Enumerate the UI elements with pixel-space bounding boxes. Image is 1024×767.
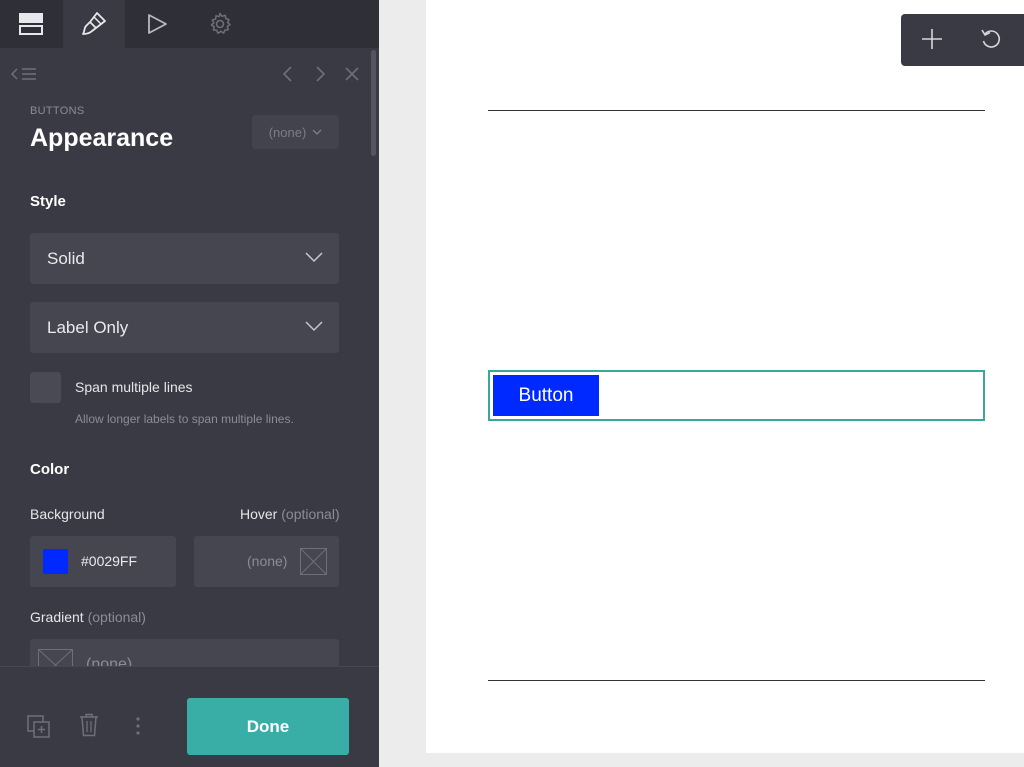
done-button[interactable]: Done	[187, 698, 349, 755]
background-label: Background	[30, 506, 105, 522]
tab-design[interactable]	[63, 0, 125, 48]
canvas-toolbar	[901, 14, 1024, 66]
chevron-right-icon	[316, 66, 326, 82]
color-heading: Color	[30, 461, 70, 478]
more-vertical-icon	[136, 717, 140, 735]
gradient-optional: (optional)	[87, 609, 146, 625]
background-color-swatch[interactable]	[43, 549, 68, 574]
gradient-label: Gradient (optional)	[30, 609, 146, 625]
hover-label-text: Hover	[240, 506, 278, 522]
layout-icon	[19, 13, 43, 35]
tab-settings[interactable]	[189, 0, 251, 48]
next-button[interactable]	[310, 64, 330, 84]
hover-color-field[interactable]: (none)	[194, 536, 339, 587]
panel-footer: Done	[0, 666, 379, 767]
paintbrush-icon	[82, 12, 106, 35]
duplicate-button[interactable]	[27, 715, 51, 744]
panel-subnav	[0, 58, 379, 90]
style-select[interactable]: Solid	[30, 233, 339, 284]
add-element-button[interactable]	[921, 28, 943, 55]
undo-button[interactable]	[980, 28, 1002, 55]
selected-element-frame[interactable]: Button	[488, 370, 985, 421]
tab-layout[interactable]	[0, 0, 62, 48]
undo-icon	[981, 29, 1001, 48]
chevron-down-icon	[305, 321, 323, 332]
chevron-left-icon	[282, 66, 292, 82]
sidebar-tabbar	[0, 0, 379, 48]
more-options-button[interactable]	[135, 716, 141, 741]
preset-value: (none)	[268, 124, 307, 140]
background-color-field[interactable]: #0029FF	[30, 536, 176, 587]
style-heading: Style	[30, 193, 66, 210]
content-select[interactable]: Label Only	[30, 302, 339, 353]
hover-color-value: (none)	[247, 553, 288, 569]
play-icon	[148, 14, 167, 34]
close-icon	[345, 67, 359, 81]
trash-icon	[80, 713, 98, 737]
sidebar-panel: BUTTONS Appearance (none) Style Solid La…	[0, 0, 379, 767]
divider-bottom	[488, 680, 985, 681]
chevron-down-icon	[305, 252, 323, 263]
style-select-value: Solid	[47, 249, 85, 268]
panel-scrollbar[interactable]	[371, 50, 376, 156]
hover-optional: (optional)	[281, 506, 340, 522]
back-to-list-button[interactable]	[10, 64, 44, 84]
chevron-down-icon	[312, 129, 322, 135]
back-list-icon	[10, 68, 36, 80]
span-lines-checkbox[interactable]	[30, 372, 61, 403]
panel-title: Appearance	[30, 124, 174, 152]
page-canvas: Button	[426, 0, 1024, 753]
hover-label: Hover (optional)	[240, 506, 340, 522]
gear-icon	[210, 12, 231, 35]
preset-dropdown[interactable]: (none)	[252, 115, 339, 149]
content-select-value: Label Only	[47, 318, 129, 337]
span-lines-label: Span multiple lines	[75, 379, 193, 395]
no-color-icon	[300, 548, 327, 575]
duplicate-icon	[27, 715, 50, 738]
tab-preview[interactable]	[126, 0, 188, 48]
span-lines-help: Allow longer labels to span multiple lin…	[75, 412, 294, 426]
section-label: BUTTONS	[30, 105, 85, 117]
close-panel-button[interactable]	[342, 64, 362, 84]
background-color-value: #0029FF	[81, 553, 138, 569]
gradient-label-text: Gradient	[30, 609, 84, 625]
divider-top	[488, 110, 985, 111]
preview-button[interactable]: Button	[493, 375, 599, 416]
plus-icon	[922, 29, 942, 49]
prev-button[interactable]	[278, 64, 298, 84]
delete-button[interactable]	[79, 713, 99, 742]
